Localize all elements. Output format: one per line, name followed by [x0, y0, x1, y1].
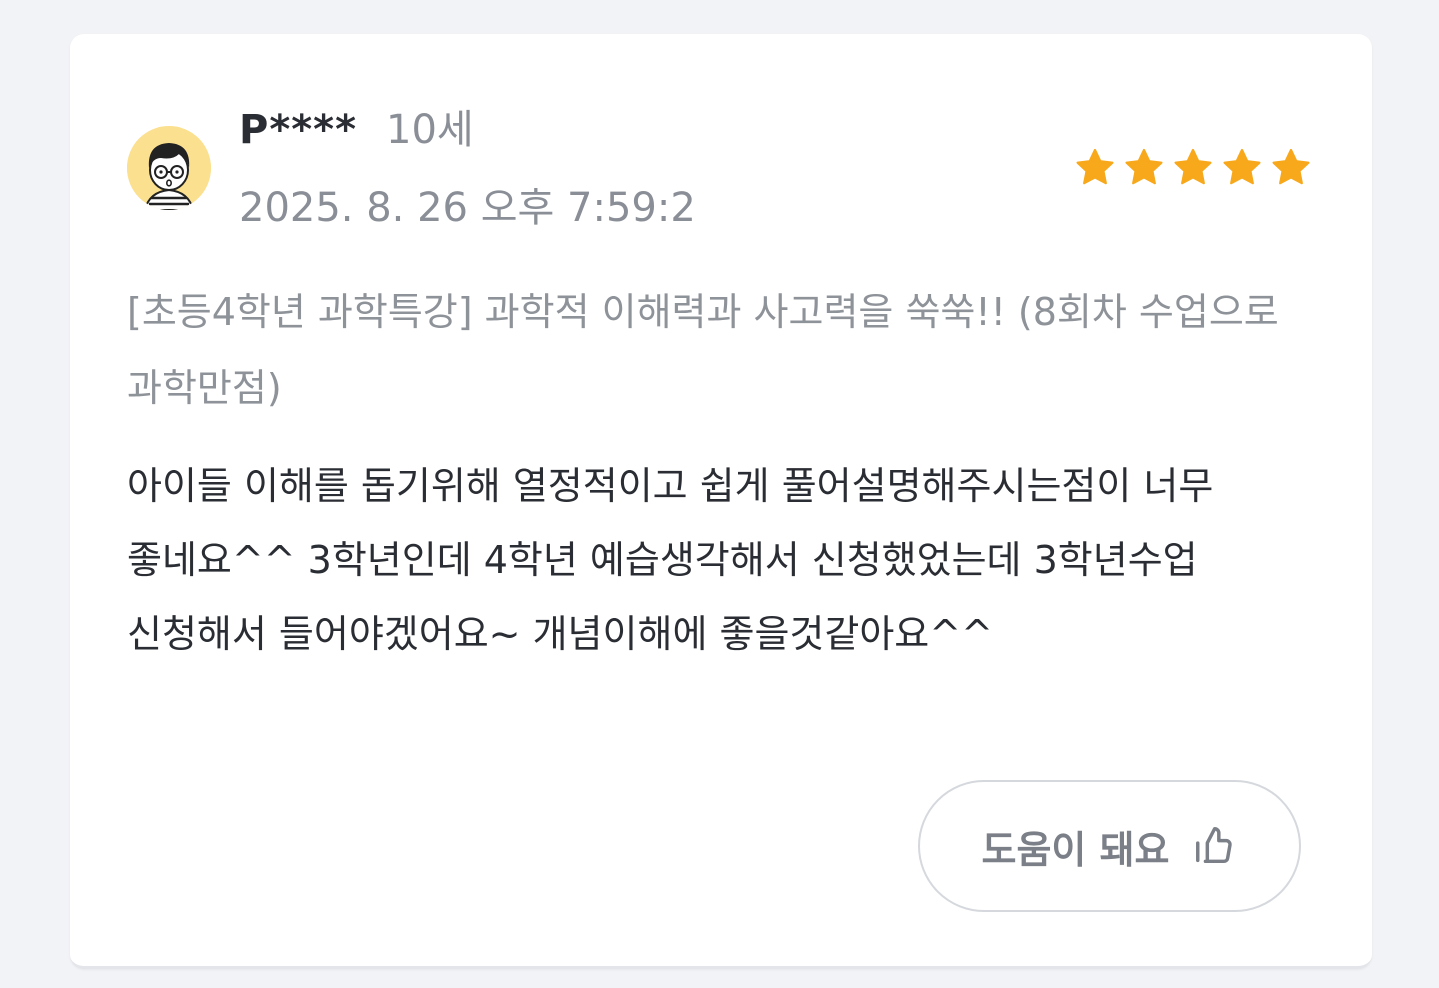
thumbs-up-icon — [1192, 823, 1238, 869]
review-content: 아이들 이해를 돕기위해 열정적이고 쉽게 풀어설명해주시는점이 너무 좋네요^… — [127, 464, 1214, 656]
review-card: P**** 10세 2025. 8. 26 오후 7:59:2 [초등4학년 과… — [70, 34, 1372, 969]
reviewer-name: P**** — [239, 107, 357, 153]
course-title: [초등4학년 과학특강] 과학적 이해력과 사고력을 쑥쑥!! (8회차 수업으… — [127, 290, 1279, 410]
star-icon — [1122, 146, 1166, 190]
avatar — [127, 126, 211, 210]
reviewer-age: 10세 — [386, 107, 474, 153]
star-icon — [1269, 146, 1313, 190]
helpful-button-label: 도움이 돼요 — [981, 827, 1170, 872]
star-icon — [1073, 146, 1117, 190]
star-rating — [1073, 146, 1313, 190]
boy-with-glasses-avatar-icon — [127, 126, 211, 210]
star-icon — [1171, 146, 1215, 190]
helpful-button[interactable]: 도움이 돼요 — [918, 780, 1301, 912]
review-date: 2025. 8. 26 오후 7:59:2 — [239, 185, 696, 231]
star-icon — [1220, 146, 1264, 190]
